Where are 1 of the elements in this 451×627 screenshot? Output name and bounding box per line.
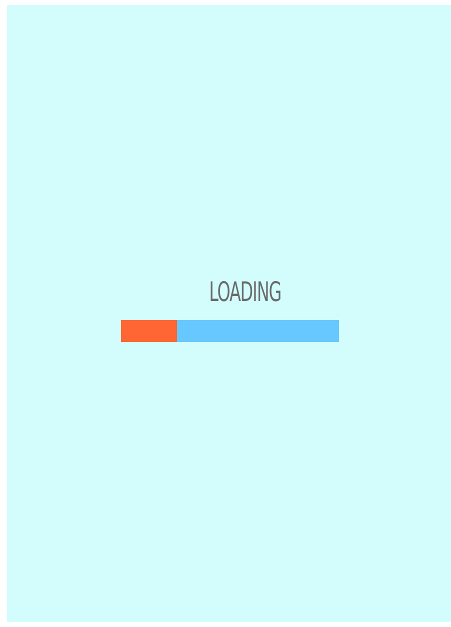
loading-label: LOADING [209,276,282,310]
